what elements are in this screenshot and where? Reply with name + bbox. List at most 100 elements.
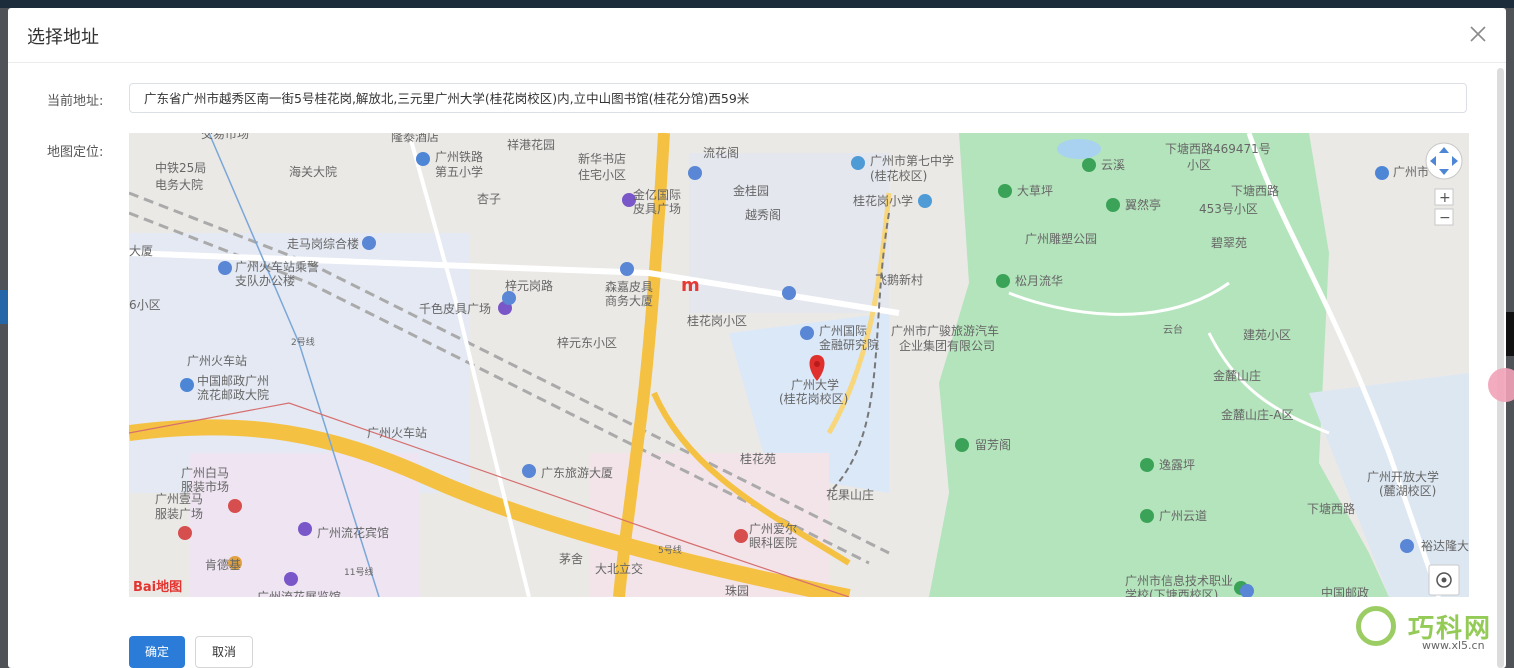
map-label: 碧翠苑 (1211, 236, 1247, 250)
map-label: 广州火车站乘警 (235, 259, 319, 274)
map-label: 金融研究院 (819, 337, 879, 352)
map-label: 金桂园 (733, 183, 769, 198)
map-label: 中铁25局 (155, 160, 206, 175)
floating-helper-button[interactable] (1488, 368, 1514, 402)
cancel-button[interactable]: 取消 (195, 636, 253, 668)
locate-icon[interactable] (1428, 564, 1460, 596)
map-label: 走马岗综合楼 (287, 236, 359, 251)
zoom-in-button[interactable]: + (1434, 188, 1454, 206)
map-label: 花果山庄 (826, 487, 874, 502)
map-label: 翼然亭 (1125, 197, 1161, 212)
map-label: 眼科医院 (749, 536, 797, 550)
map-label: 裕达隆大厦 (1421, 538, 1469, 553)
map-label: 金麓山庄-A区 (1221, 407, 1294, 422)
map-label: 6小区 (129, 298, 161, 312)
map-label: 住宅小区 (578, 167, 626, 182)
map-label: 2号线 (291, 336, 315, 348)
map-label: 云台 (1163, 323, 1183, 336)
map-label: 广州爱尔 (749, 521, 797, 536)
map-label: 千色皮具广场 (419, 302, 491, 316)
map-label: 广州火车站 (187, 353, 247, 368)
map-label: 桂花岗小学 (853, 193, 913, 208)
map-label: 建苑小区 (1243, 328, 1291, 342)
map-label: 松月流华 (1015, 274, 1063, 288)
map-label: (麓湖校区) (1379, 483, 1436, 498)
svg-text:m: m (681, 275, 700, 296)
map-label: 飞鹅新村 (875, 272, 923, 287)
map-label: 地图定位: (47, 145, 104, 160)
watermark-logo-icon (1356, 606, 1396, 646)
map-label: 大北立交 (595, 561, 643, 576)
map-label: 梓元岗路 (505, 278, 553, 293)
zoom-out-button[interactable]: − (1434, 208, 1454, 226)
map-label: 金麓山庄 (1213, 368, 1261, 383)
svg-text:+: + (1439, 190, 1451, 206)
address-label: 当前地址: (47, 94, 104, 109)
svg-text:−: − (1439, 210, 1451, 226)
dialog-title: 选择地址 (27, 27, 99, 48)
map-label: 珠园 (725, 584, 749, 597)
map-label: (桂花校区) (870, 168, 927, 183)
map-label: 金亿国际 (633, 187, 681, 202)
map-label: 支队办公楼 (235, 273, 295, 288)
map-label: 学校(下塘西校区) (1125, 587, 1218, 597)
map-label: 大厦 (129, 244, 153, 258)
baidu-map-logo: Bai地图 (133, 579, 182, 595)
map-label: 逸露坪 (1159, 458, 1195, 472)
map-label: 广东旅游大厦 (541, 466, 613, 480)
map-label: 新华书店 (578, 151, 626, 166)
map-label: 下塘西路 (1307, 501, 1355, 516)
map-label: 11号线 (344, 566, 373, 578)
map-label: 海关大院 (289, 164, 337, 179)
map-label: 下塘西路 (1231, 183, 1279, 198)
map-label: 453号小区 (1199, 202, 1258, 216)
map-label: 广州国际 (819, 324, 867, 338)
map-label: 云溪 (1101, 158, 1125, 172)
map-label: 商务大厦 (605, 293, 653, 308)
address-input[interactable]: 广东省广州市越秀区南一街5号桂花岗,解放北,三元里广州大学(桂花岗校区)内,立中… (129, 83, 1467, 113)
map-label: 电务大院 (155, 177, 203, 192)
map-label: 广州火车站 (367, 425, 427, 440)
close-icon[interactable] (1468, 24, 1488, 44)
map-label: 杏子 (477, 192, 501, 206)
map-label: 桂花岗小区 (687, 313, 747, 328)
watermark-url: www.xl5.cn (1422, 639, 1485, 652)
map-label: 广州雕塑公园 (1025, 231, 1097, 246)
map-label: 森嘉皮具 (605, 279, 653, 294)
map-label: 大草坪 (1017, 184, 1053, 198)
map-label: 隆泰酒店 (391, 133, 439, 144)
map-canvas[interactable]: m 交易市场 隆泰酒店 中铁25局 电务大院 海关大院 广州铁路 第五小学 祥港… (129, 133, 1469, 597)
select-address-dialog: 选择地址 当前地址: 广东省广州市越秀区南一街5号桂花岗,解放北,三元里广州大学… (8, 8, 1506, 668)
dialog-header: 选择地址 (8, 8, 1506, 63)
baidu-map[interactable]: m 交易市场 隆泰酒店 中铁25局 电务大院 海关大院 广州铁路 第五小学 祥港… (129, 133, 1469, 597)
app-topbar (0, 0, 1514, 8)
map-label: 广州云道 (1159, 509, 1207, 523)
map-label: 茅舍 (559, 551, 583, 566)
map-label: 肯德基 (205, 557, 241, 572)
map-label: 服装广场 (155, 507, 203, 521)
svg-text:Bai地图: Bai地图 (133, 579, 182, 595)
pin-label-campus: (桂花岗校区) (779, 391, 848, 406)
map-label: 5号线 (658, 544, 682, 556)
map-label: 留芳阁 (975, 438, 1011, 452)
map-label: 广州流花宾馆 (317, 525, 389, 540)
map-label: 第五小学 (435, 164, 483, 179)
map-label: 中国邮政 (1321, 585, 1369, 597)
map-label: 广州市第七中学 (870, 153, 954, 168)
app-sidebar-strip (0, 290, 8, 324)
map-label: 小区 (1187, 158, 1211, 172)
map-label: 皮具广场 (633, 202, 681, 216)
confirm-button[interactable]: 确定 (129, 636, 185, 668)
map-label: 广州市广骏旅游汽车 (891, 323, 999, 338)
map-label: 流花邮政大院 (197, 387, 269, 402)
pin-label-name: 广州大学 (791, 377, 839, 392)
pan-arrows-icon[interactable] (1425, 142, 1463, 180)
map-label: 广州白马 (181, 465, 229, 480)
map-label: 下塘西路469471号 (1165, 141, 1271, 156)
map-label: 中国邮政广州 (197, 373, 269, 388)
map-label: 交易市场 (201, 133, 249, 141)
side-tab[interactable] (1506, 312, 1514, 356)
site-watermark: 巧科网 www.xl5.cn (1356, 606, 1506, 656)
map-label: 广州市信息技术职业 (1125, 573, 1233, 588)
map-label: 广州流花展览馆 (257, 589, 341, 597)
